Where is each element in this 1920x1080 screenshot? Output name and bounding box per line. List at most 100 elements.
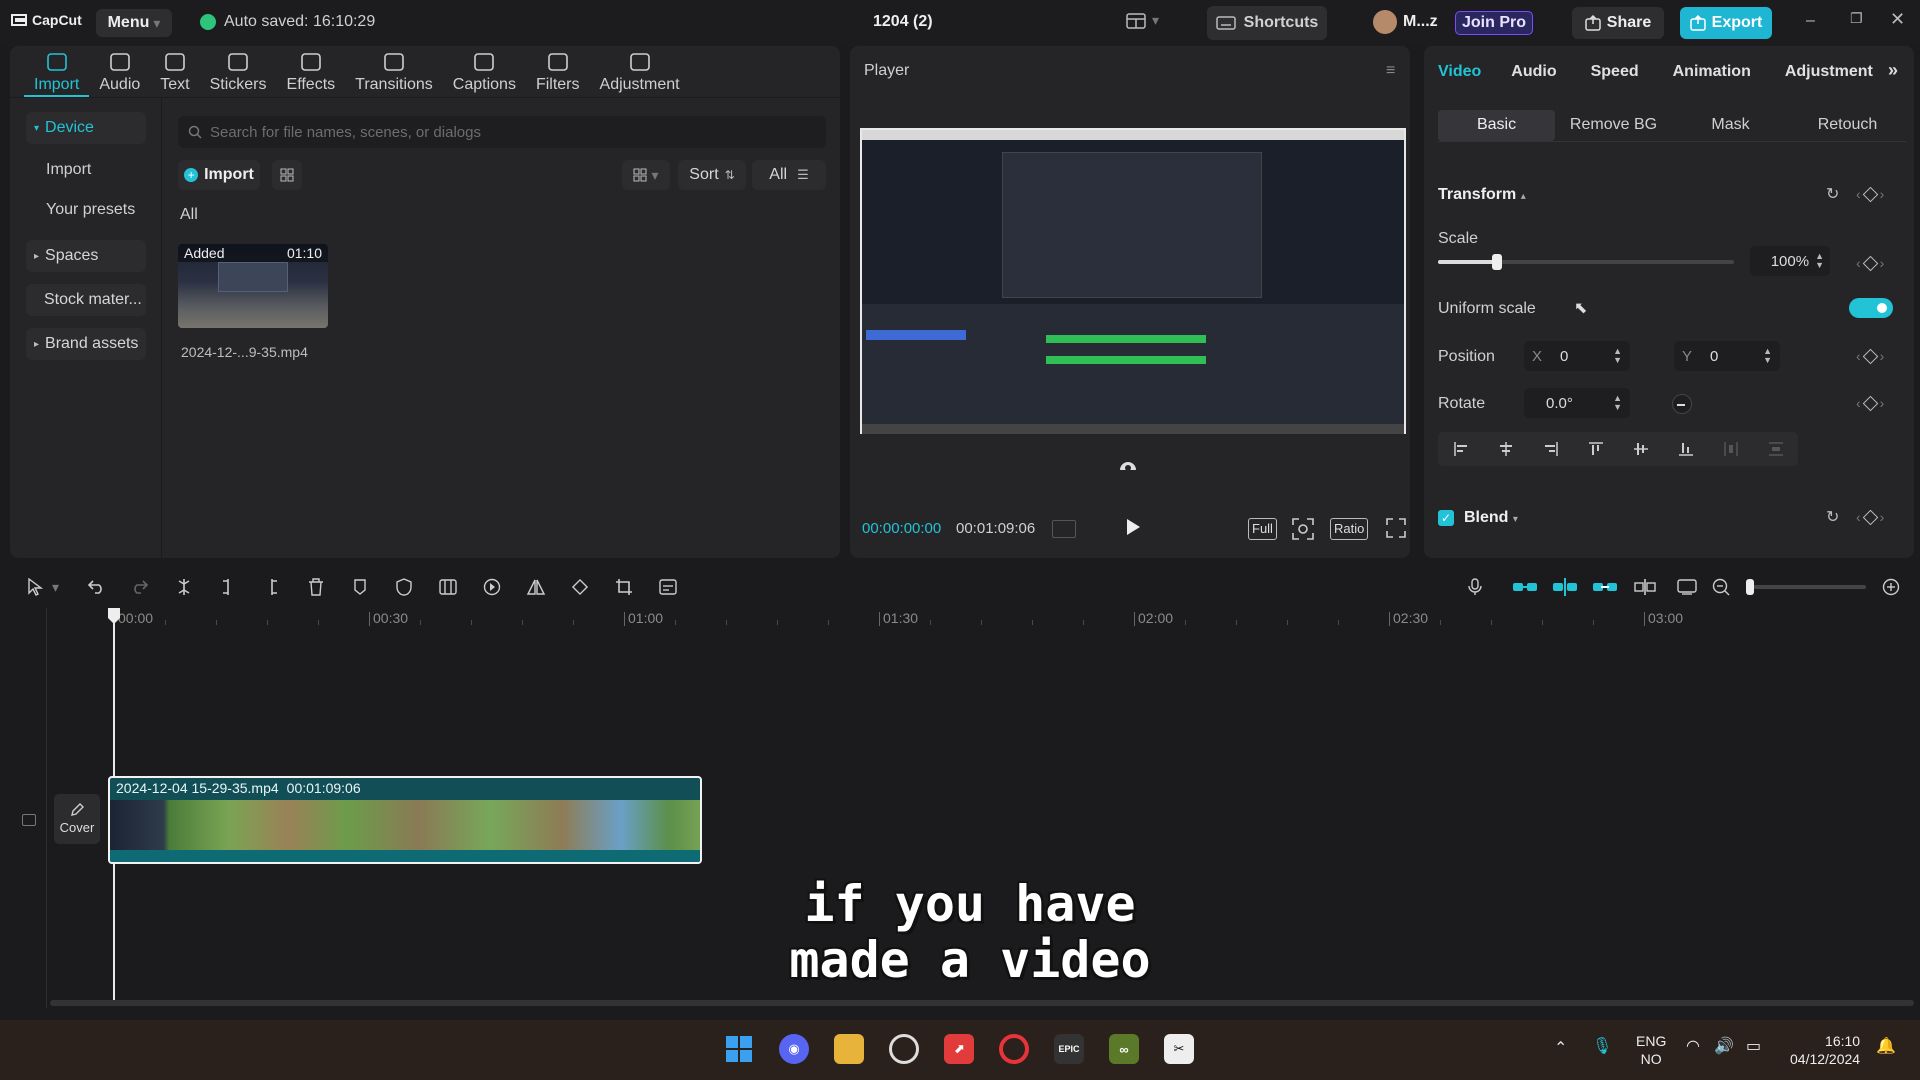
volume-icon[interactable]: 🔊 [1714,1036,1734,1056]
align-left-icon[interactable] [1453,441,1469,457]
discord-icon[interactable]: ◉ [779,1034,809,1064]
align-middle-icon[interactable] [1633,441,1649,457]
auto-caption-icon[interactable] [651,570,685,604]
shield-icon[interactable] [387,570,421,604]
battery-icon[interactable]: ▭ [1746,1036,1761,1056]
capcut-taskbar-icon[interactable]: ✂ [1164,1034,1194,1064]
mark-icon[interactable] [343,570,377,604]
more-tabs-icon[interactable]: » [1888,60,1898,81]
align-center-h-icon[interactable] [1498,441,1514,457]
blend-checkbox[interactable]: ✓ [1438,510,1454,526]
rotate-icon[interactable] [563,570,597,604]
stepper-icon[interactable]: ▲ ▼ [1613,394,1622,412]
inspector-subtab-retouch[interactable]: Retouch [1789,110,1906,141]
media-tab-filters[interactable]: Filters [526,46,590,97]
rotate-input[interactable]: 0.0° ▲ ▼ [1524,388,1630,418]
media-tab-audio[interactable]: Audio [89,46,150,97]
freeze-icon[interactable] [431,570,465,604]
media-tab-stickers[interactable]: Stickers [200,46,277,97]
export-button[interactable]: Export [1680,7,1772,39]
reset-icon[interactable]: ↻ [1826,184,1839,204]
user-account[interactable]: M...z [1373,10,1438,34]
mirror-icon[interactable] [519,570,553,604]
zoom-out-icon[interactable] [1704,570,1738,604]
play-button[interactable] [1125,518,1141,541]
align-right-icon[interactable] [1543,441,1559,457]
scale-slider[interactable] [1438,254,1734,270]
menu-button[interactable]: Menu ▾ [96,9,172,37]
keyframe-position[interactable]: ‹ › [1856,348,1884,364]
media-tab-import[interactable]: Import [24,46,90,97]
inspector-subtab-mask[interactable]: Mask [1672,110,1789,141]
main-track-magnet-icon[interactable] [1508,570,1542,604]
rotate-dial[interactable] [1672,394,1692,414]
clock[interactable]: 16:10 04/12/2024 [1790,1032,1860,1068]
reverse-icon[interactable] [475,570,509,604]
inspector-tab-video[interactable]: Video [1438,63,1481,81]
media-tab-adjustment[interactable]: Adjustment [590,46,690,97]
keyframe-transform[interactable]: ‹ › [1856,186,1884,202]
split-left-icon[interactable] [211,570,245,604]
zoom-slider[interactable] [1746,579,1866,595]
media-tab-transitions[interactable]: Transitions [345,46,443,97]
linkage-icon[interactable] [1588,570,1622,604]
inspector-subtab-basic[interactable]: Basic [1438,110,1555,141]
sidebar-item-device[interactable]: ▾ Device [26,112,146,144]
opera-icon[interactable] [999,1034,1029,1064]
share-button[interactable]: Share [1572,7,1664,39]
sidebar-item-presets[interactable]: Your presets [46,201,135,219]
obs-icon[interactable] [889,1034,919,1064]
zoom-in-icon[interactable] [1874,570,1908,604]
epic-games-icon[interactable]: EPIC [1054,1034,1084,1064]
video-clip[interactable]: 2024-12-04 15-29-35.mp4 00:01:09:06 [108,776,702,864]
timeline-scrollbar[interactable] [50,1000,1914,1006]
tray-chevron-up-icon[interactable]: ⌃ [1554,1038,1567,1058]
full-quality-button[interactable]: Full [1248,518,1277,540]
transform-header[interactable]: Transform ▴ [1438,186,1526,204]
inspector-tab-animation[interactable]: Animation [1673,63,1751,81]
inspector-tab-speed[interactable]: Speed [1591,63,1639,81]
split-right-icon[interactable] [255,570,289,604]
language-indicator[interactable]: ENG NO [1636,1032,1666,1068]
position-y-input[interactable]: Y 0 ▲ ▼ [1674,341,1780,371]
reset-icon[interactable]: ↻ [1826,507,1839,527]
sidebar-item-brand[interactable]: ▸ Brand assets [26,328,146,360]
undo-icon[interactable] [79,570,113,604]
media-tab-captions[interactable]: Captions [443,46,526,97]
zoom-slider-knob[interactable] [1746,579,1754,595]
search-input[interactable]: Search for file names, scenes, or dialog… [178,116,826,148]
track-lock-icon[interactable] [22,814,36,826]
preview-canvas[interactable] [860,128,1406,434]
timecode-mode-icon[interactable] [1052,520,1076,538]
windows-start-icon[interactable] [724,1034,754,1064]
minimize-icon[interactable]: – [1806,12,1815,30]
snapshot-button[interactable] [1292,518,1314,545]
microphone-icon[interactable] [1458,570,1492,604]
cover-button[interactable]: Cover [54,794,100,844]
delete-icon[interactable] [299,570,333,604]
keyframe-blend[interactable]: ‹ › [1856,509,1884,525]
game-launcher-icon[interactable]: ∞ [1109,1034,1139,1064]
uniform-scale-toggle[interactable] [1849,298,1893,318]
filter-button[interactable]: All ☰ [752,160,826,190]
media-tab-text[interactable]: Text [150,46,199,97]
hamburger-icon[interactable]: ≡ [1386,62,1395,80]
auto-snapping-icon[interactable] [1548,570,1582,604]
import-options-button[interactable] [272,160,302,190]
sidebar-item-spaces[interactable]: ▸ Spaces [26,240,146,272]
shortcuts-button[interactable]: Shortcuts [1207,6,1327,40]
keyframe-rotate[interactable]: ‹ › [1856,395,1884,411]
align-bottom-icon[interactable] [1678,441,1694,457]
ratio-button[interactable]: Ratio [1330,518,1369,540]
blend-header[interactable]: Blend ▾ [1464,509,1518,527]
media-tab-effects[interactable]: Effects [277,46,346,97]
import-button[interactable]: + Import [178,160,260,190]
timeline-ruler[interactable]: 00:00 00:30 01:00 01:30 02:00 02:30 03:00 [10,608,1914,634]
crop-icon[interactable] [607,570,641,604]
sidebar-item-import[interactable]: Import [46,161,91,179]
sort-button[interactable]: Sort ⇅ [678,160,746,190]
inspector-subtab-remove-bg[interactable]: Remove BG [1555,110,1672,141]
inspector-tab-adjustment[interactable]: Adjustment [1785,63,1873,81]
wifi-icon[interactable]: ◠ [1686,1036,1700,1056]
close-icon[interactable]: ✕ [1890,9,1905,30]
